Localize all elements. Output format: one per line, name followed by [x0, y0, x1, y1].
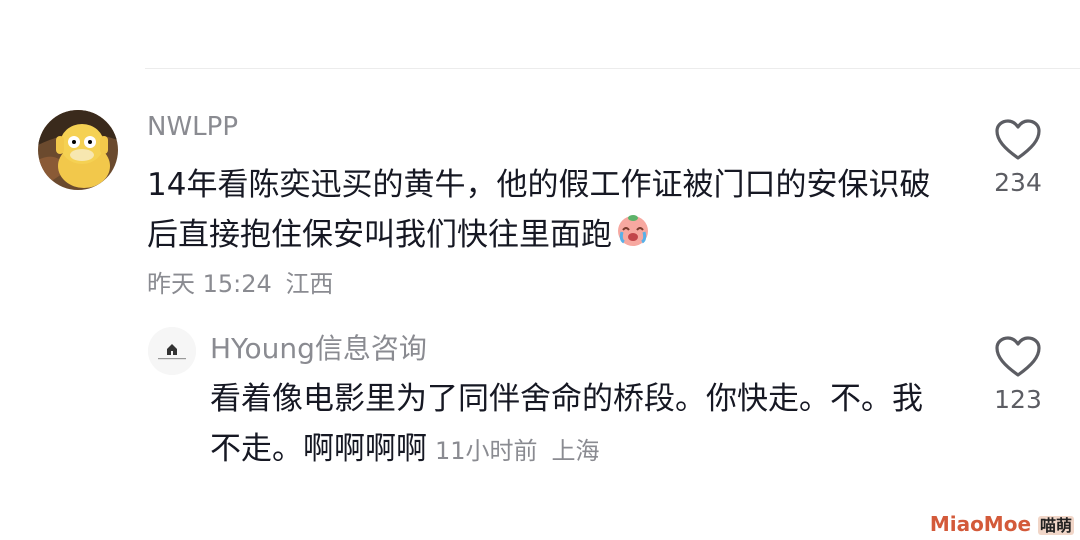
top-divider [145, 68, 1080, 69]
duck-avatar-icon [38, 110, 118, 190]
comment-text: 14年看陈奕迅买的黄牛，他的假工作证被门口的安保识破后直接抱住保安叫我们快往里面… [147, 160, 957, 263]
user-avatar[interactable] [38, 110, 118, 190]
crying-face-icon [614, 210, 652, 263]
reply-meta: 11小时前 上海 [435, 437, 600, 465]
watermark-latin: MiaoMoe [929, 512, 1032, 536]
reply-time: 11小时前 [435, 437, 538, 465]
reply-location: 上海 [551, 437, 600, 465]
reply-username[interactable]: HYoung信息咨询 [210, 327, 427, 367]
heart-icon [995, 336, 1041, 377]
watermark-cn: 喵萌 [1037, 516, 1074, 535]
comment-time: 昨天 15:24 [147, 270, 272, 298]
heart-icon [995, 119, 1041, 160]
like-count: 234 [994, 168, 1042, 197]
comment-meta: 昨天 15:24 江西 [147, 264, 333, 299]
watermark: MiaoMoe 喵萌 [930, 512, 1074, 536]
house-logo-icon [148, 327, 196, 375]
reply-text: 看着像电影里为了同伴舍命的桥段。你快走。不。我不走。啊啊啊啊 11小时前 上海 [210, 374, 950, 476]
reply-user-avatar[interactable] [148, 327, 196, 375]
reply-like-count: 123 [994, 385, 1042, 414]
reply-like-button[interactable]: 123 [978, 335, 1058, 414]
comment-username[interactable]: NWLPP [147, 112, 238, 142]
comment-location: 江西 [285, 270, 334, 298]
comment-body: 14年看陈奕迅买的黄牛，他的假工作证被门口的安保识破后直接抱住保安叫我们快往里面… [147, 167, 931, 253]
like-button[interactable]: 234 [978, 118, 1058, 197]
